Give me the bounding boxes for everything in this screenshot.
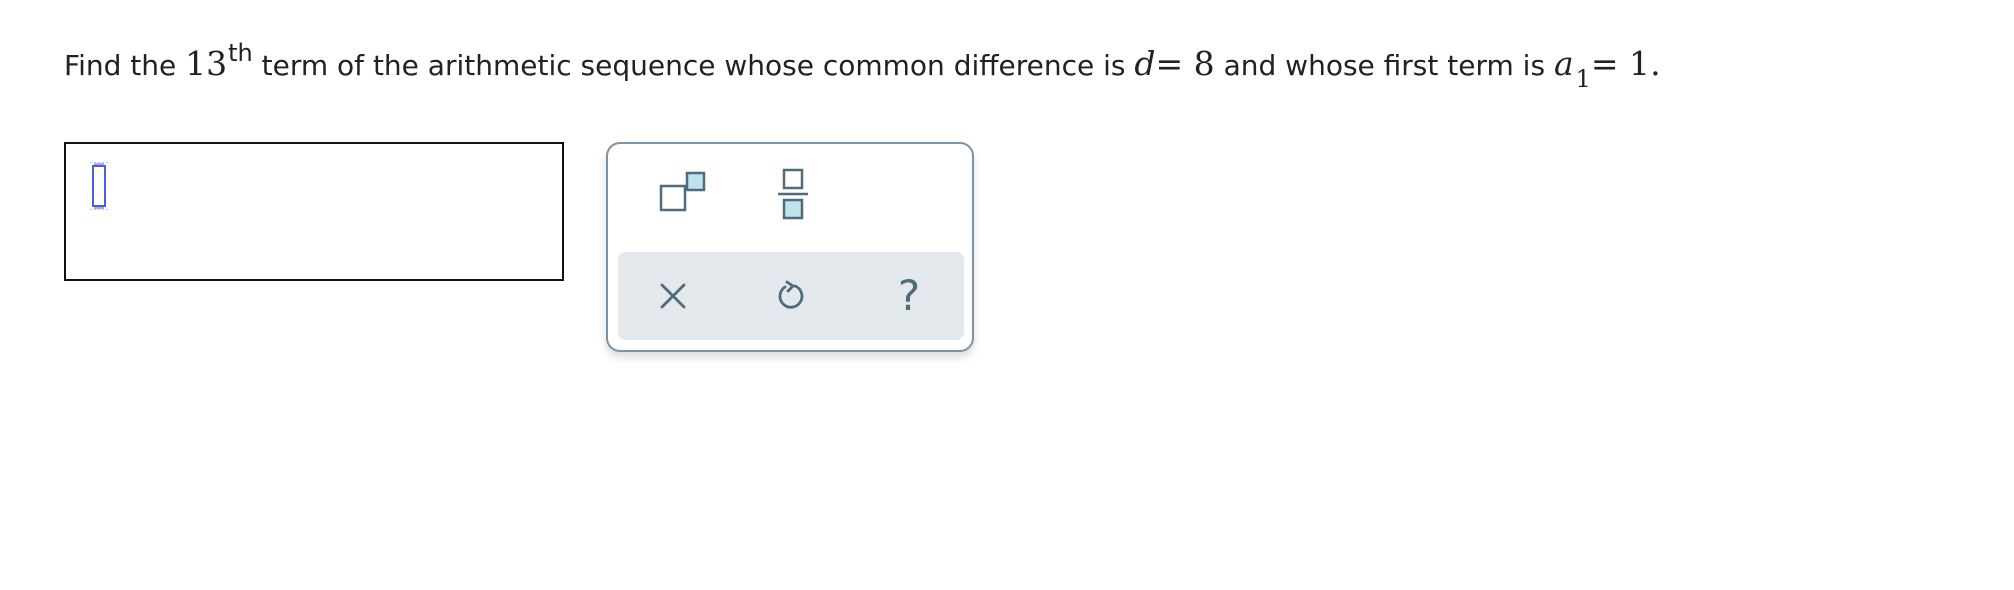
undo-button[interactable]	[756, 261, 826, 331]
answer-input[interactable]	[64, 142, 564, 281]
superscript-button[interactable]	[646, 159, 716, 229]
math-cursor-icon	[90, 162, 108, 210]
question-text: Find the 13th term of the arithmetic seq…	[64, 36, 1661, 95]
question-prefix: Find the	[64, 49, 186, 82]
difference-symbol: d	[1134, 44, 1156, 83]
undo-icon	[778, 280, 804, 309]
difference-value: = 8	[1155, 44, 1215, 83]
help-button[interactable]: ?	[874, 261, 944, 331]
question-middle: term of the arithmetic sequence whose co…	[252, 49, 1135, 82]
fraction-button[interactable]	[758, 159, 828, 229]
help-icon: ?	[897, 271, 921, 320]
question-connector: and whose first term is	[1214, 49, 1554, 82]
first-term-value: = 1	[1590, 44, 1651, 83]
first-term-symbol: a	[1553, 44, 1574, 83]
term-number: 13	[185, 44, 228, 83]
math-toolbar: ?	[606, 142, 974, 352]
first-term-subscript: 1	[1575, 65, 1591, 93]
fraction-icon	[778, 168, 808, 220]
term-suffix: th	[228, 39, 253, 67]
clear-button[interactable]	[638, 261, 708, 331]
action-row: ?	[618, 252, 964, 340]
superscript-icon	[659, 171, 706, 212]
clear-icon	[660, 283, 686, 309]
question-end: .	[1650, 44, 1661, 83]
